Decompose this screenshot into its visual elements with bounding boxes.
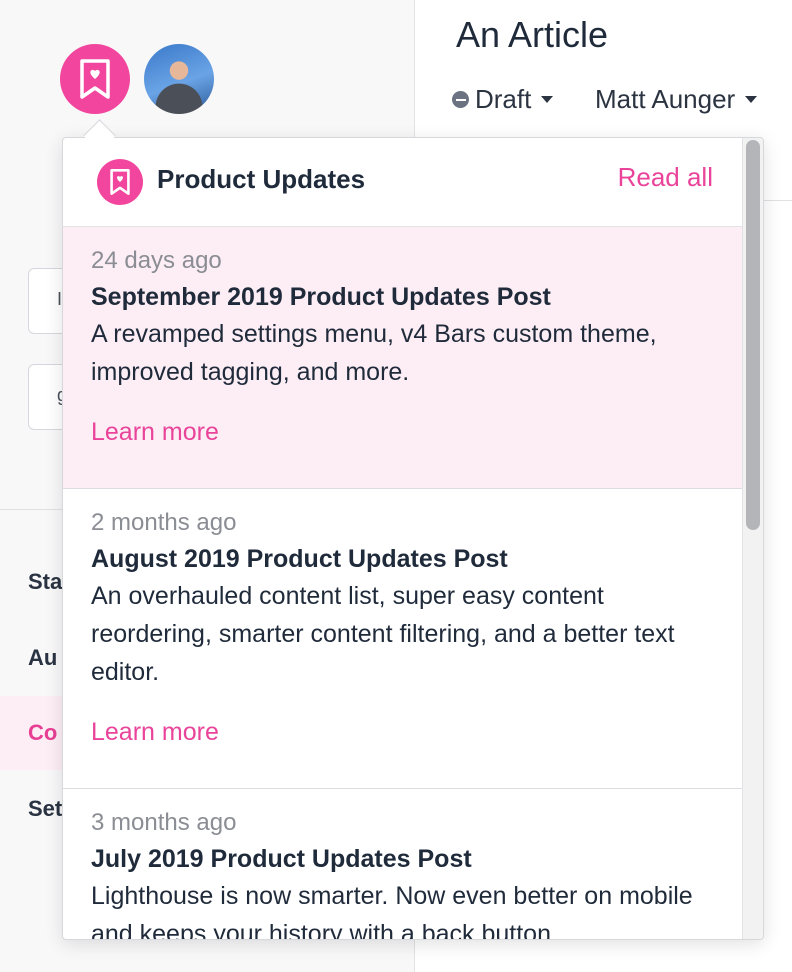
status-label: Draft [475,84,532,114]
post-summary: An overhauled content list, super easy c… [91,582,675,686]
read-all-link[interactable]: Read all [618,162,713,193]
post-title: September 2019 Product Updates Post [91,283,551,311]
post-title: July 2019 Product Updates Post [91,845,472,873]
learn-more-link[interactable]: Learn more [91,418,219,447]
header-divider [760,200,792,201]
scrollbar-thumb[interactable] [746,140,760,530]
caret-down-icon [541,96,554,103]
sidebar-item-label: Set [28,796,63,821]
list-item[interactable]: 24 days ago September 2019 Product Updat… [63,227,743,489]
post-date: 24 days ago [91,247,222,274]
minus-circle-icon [452,91,469,108]
article-title: An Article [456,14,609,55]
scrollbar[interactable] [742,138,763,939]
sidebar-item-label: Sta [28,569,63,594]
list-item[interactable]: 3 months ago July 2019 Product Updates P… [63,789,743,940]
author-label: Matt Aunger [595,84,736,114]
post-summary: Lighthouse is now smarter. Now even bett… [91,882,693,940]
brand-logo-button[interactable] [60,44,130,114]
post-title: August 2019 Product Updates Post [91,545,508,573]
post-date: 2 months ago [91,509,237,536]
bookmark-heart-icon [80,59,110,99]
sidebar-item-label: Co [28,720,58,745]
sidebar-item-label: Au [28,645,58,670]
product-updates-popover: Product Updates Read all 24 days ago Sep… [62,137,764,940]
post-date: 3 months ago [91,809,237,836]
status-dropdown[interactable]: Draft [452,84,554,115]
user-avatar[interactable] [144,44,214,114]
popover-header: Product Updates Read all [63,138,743,227]
author-dropdown[interactable]: Matt Aunger [595,84,758,115]
caret-down-icon [745,96,758,103]
list-item[interactable]: 2 months ago August 2019 Product Updates… [63,489,743,789]
bookmark-heart-icon [97,159,143,205]
popover-title: Product Updates [157,164,366,194]
learn-more-link[interactable]: Learn more [91,718,219,747]
post-summary: A revamped settings menu, v4 Bars custom… [91,320,657,386]
